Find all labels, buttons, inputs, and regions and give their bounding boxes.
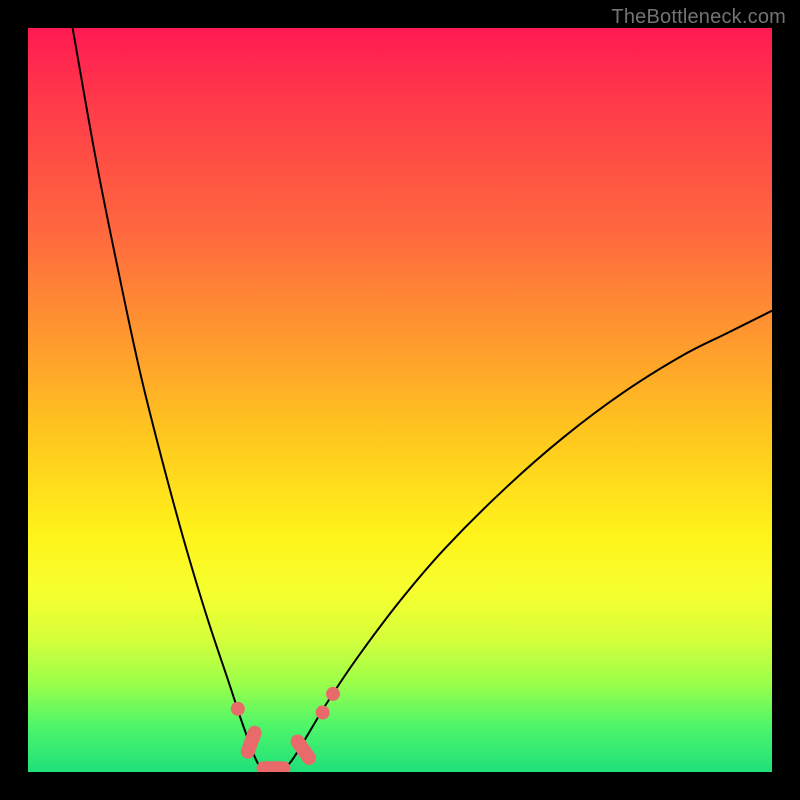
marker-pill bbox=[257, 761, 291, 772]
bottleneck-curve bbox=[73, 28, 772, 772]
plot-area bbox=[28, 28, 772, 772]
marker-pill bbox=[288, 732, 319, 768]
chart-svg bbox=[28, 28, 772, 772]
curve-markers bbox=[231, 687, 340, 772]
marker-dot bbox=[326, 687, 340, 701]
marker-pill bbox=[239, 724, 264, 761]
marker-dot bbox=[316, 706, 330, 720]
marker-dot bbox=[231, 702, 245, 716]
chart-frame: TheBottleneck.com bbox=[0, 0, 800, 800]
watermark-text: TheBottleneck.com bbox=[611, 6, 786, 29]
